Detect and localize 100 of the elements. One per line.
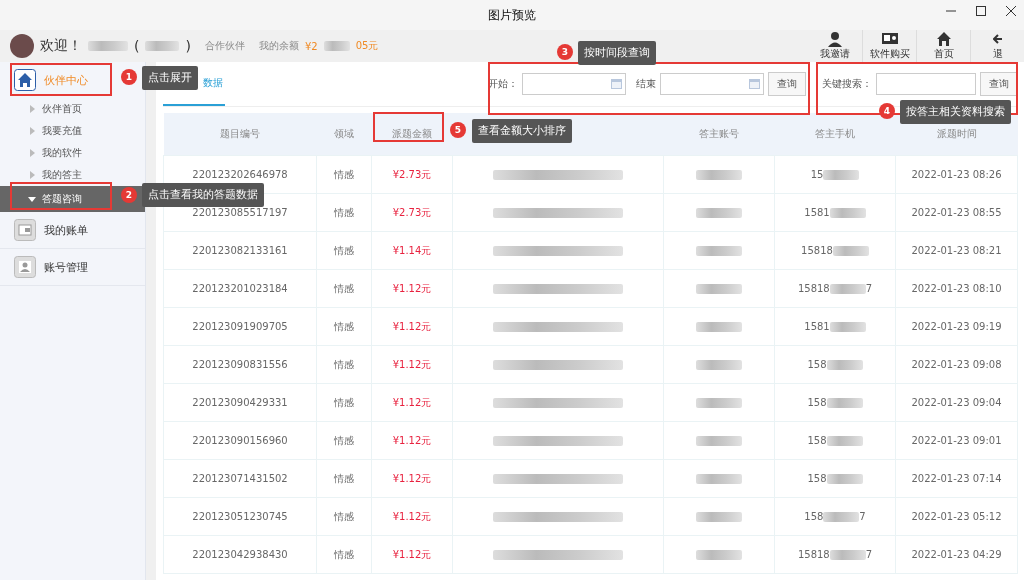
redacted-block (823, 170, 860, 180)
table-cell: 158 (807, 473, 827, 484)
table-cell: 220123071431502 (192, 473, 288, 484)
highlight-frame (373, 112, 444, 142)
table-cell: 情感 (334, 472, 354, 484)
caret-right-icon (28, 127, 36, 135)
table-cell: 15818 (801, 245, 833, 256)
sidebar-item[interactable]: 账号管理 (14, 256, 88, 278)
keyword-field[interactable] (876, 73, 976, 95)
callout-tooltip: 点击查看我的答题数据 (142, 183, 264, 207)
table-cell: ¥1.12元 (392, 510, 432, 522)
table-cell: 情感 (334, 168, 354, 180)
sidebar-subitem[interactable]: 我要充值 (0, 120, 145, 142)
table-cell: 2022-01-23 09:08 (911, 359, 1002, 370)
toolbar-button[interactable]: 首页 (916, 30, 970, 62)
redacted-block (829, 284, 866, 294)
paren-text: ) (185, 38, 191, 54)
table-cell: ¥1.12元 (392, 472, 432, 484)
home-icon (14, 69, 36, 91)
table-cell: 158 (807, 359, 827, 370)
column-header: 派题时间 (936, 128, 977, 139)
callout-tooltip: 点击展开 (142, 66, 198, 90)
table-cell: 情感 (334, 206, 354, 218)
sidebar-subitem[interactable]: 我的答主 (0, 164, 145, 186)
table-cell: 7 (865, 283, 873, 294)
sidebar-item[interactable]: 我的账单 (14, 219, 88, 241)
column-header: 派题金额 (392, 128, 432, 139)
table-cell: 2022-01-23 04:29 (911, 549, 1002, 560)
table-cell: 情感 (334, 434, 354, 446)
table-cell: 15818 (797, 549, 830, 560)
table-cell: 2022-01-23 08:55 (911, 207, 1002, 218)
table-cell: 158 (807, 435, 827, 446)
table-cell: 220123201023184 (192, 283, 288, 294)
toolbar-button[interactable]: 我邀请 (808, 30, 862, 62)
wallet-icon (14, 219, 36, 241)
sidebar-subitem[interactable]: 我的软件 (0, 142, 145, 164)
table-cell: 158 (804, 511, 824, 522)
toolbar-button[interactable]: 软件购买 (862, 30, 916, 62)
search-button[interactable]: 查询 (980, 72, 1018, 96)
table-cell: 220123202646978 (192, 169, 288, 180)
role-text: 合作伙伴 (204, 39, 245, 53)
redacted-block (145, 41, 180, 51)
table-cell: ¥1.14元 (392, 244, 432, 256)
redacted-block (832, 246, 869, 256)
redacted-block (829, 208, 866, 218)
redacted-block (696, 474, 742, 484)
table-cell: 2022-01-23 08:10 (911, 283, 1002, 294)
window-title: 图片预览 (488, 6, 536, 24)
end-date-field[interactable] (660, 73, 764, 95)
caret-right-icon (28, 171, 36, 179)
callout-tooltip: 查看金额大小排序 (472, 119, 572, 143)
table-cell: 情感 (334, 244, 354, 256)
table-cell: 220123051230745 (192, 511, 288, 522)
table-cell: 2022-01-23 08:21 (911, 245, 1002, 256)
query-button[interactable]: 查询 (768, 72, 806, 96)
redacted-block (323, 41, 350, 51)
table-cell: 2022-01-23 09:04 (911, 397, 1002, 408)
balance-label: 我的余额 (258, 39, 299, 53)
maximize-icon[interactable] (976, 6, 986, 16)
table-cell: 7 (865, 549, 873, 560)
column-header: 题目编号 (220, 128, 260, 139)
table-cell: 220123090156960 (192, 435, 288, 446)
keyword-label: 关键搜索： (822, 77, 872, 91)
redacted-block (696, 512, 742, 522)
redacted-block (696, 284, 742, 294)
redacted-block (826, 474, 863, 484)
table-cell: ¥1.12元 (392, 548, 432, 560)
avatar (10, 34, 34, 58)
redacted-block (696, 322, 742, 332)
redacted-block (696, 170, 742, 180)
table-cell: 7 (859, 511, 866, 522)
table-cell: 2022-01-23 08:26 (911, 169, 1002, 180)
table-cell: 158 (807, 397, 827, 408)
caret-right-icon (28, 105, 36, 113)
column-header: 答主手机 (815, 128, 855, 139)
callout-tooltip: 按答主相关资料搜索 (900, 100, 1011, 124)
table-cell: ¥1.12元 (392, 320, 432, 332)
start-date-field[interactable] (522, 73, 626, 95)
table-cell: 情感 (334, 396, 354, 408)
table-cell: 220123090429331 (192, 397, 288, 408)
redacted-block (829, 322, 866, 332)
column-header: 答主账号 (699, 128, 739, 139)
table-cell: ¥2.73元 (392, 168, 432, 180)
sidebar-subitem[interactable]: 伙伴首页 (0, 98, 145, 120)
redacted-block (826, 360, 863, 370)
redacted-block (696, 246, 742, 256)
table-cell: 2022-01-23 09:19 (911, 321, 1002, 332)
table-cell: 220123085517197 (192, 207, 288, 218)
table-cell: 情感 (334, 282, 354, 294)
table-cell: 2022-01-23 07:14 (911, 473, 1002, 484)
caret-right-icon (28, 149, 36, 157)
table-cell: 情感 (334, 510, 354, 522)
table-cell: 220123090831556 (192, 359, 288, 370)
callout-tooltip: 按时间段查询 (578, 41, 656, 65)
welcome-text: 欢迎！ (40, 37, 82, 55)
toolbar-button[interactable]: 退 (970, 30, 1024, 62)
paren-text: ( (134, 38, 140, 54)
table-cell: ¥1.12元 (392, 434, 432, 446)
close-icon[interactable] (1006, 6, 1016, 16)
calendar-icon (749, 79, 760, 89)
